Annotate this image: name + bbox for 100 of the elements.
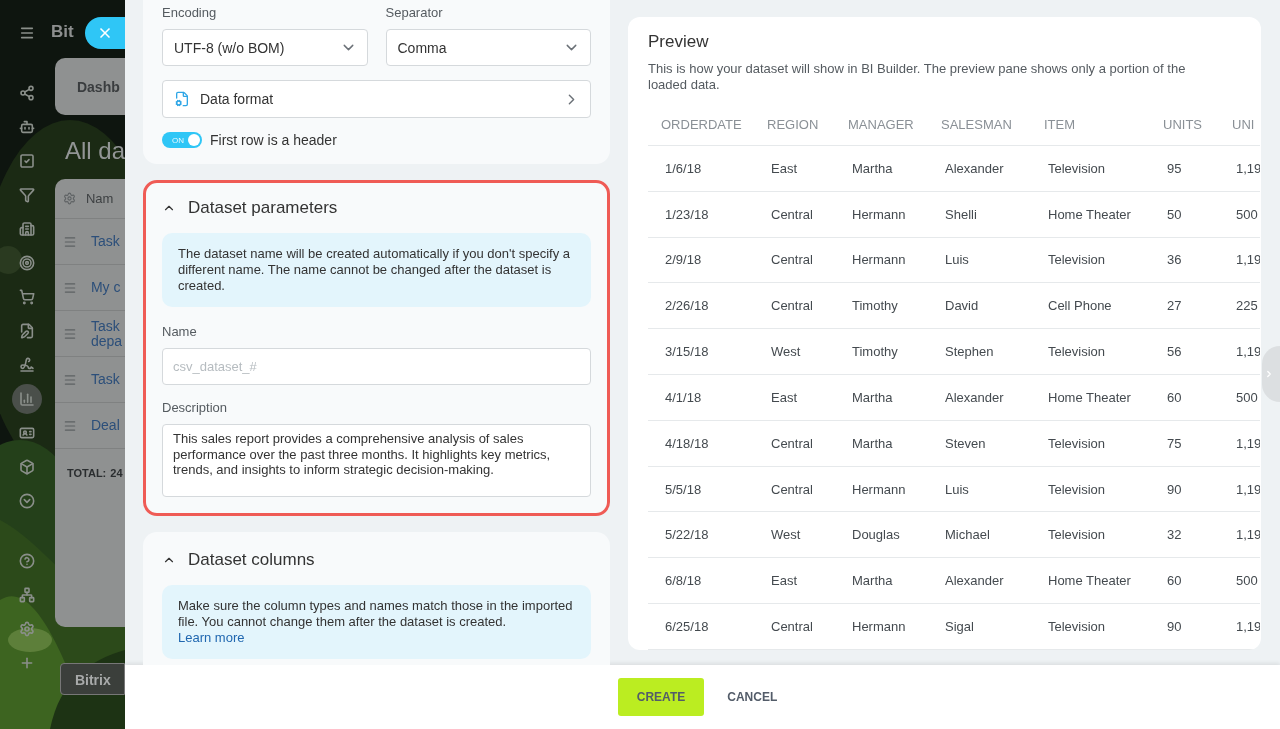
table-cell-text: 6/8/18: [664, 573, 703, 589]
close-button[interactable]: [85, 17, 125, 49]
name-input[interactable]: csv_dataset_#: [162, 348, 591, 385]
table-cell-text: East: [770, 573, 798, 589]
bitrix-button[interactable]: Bitrix: [59, 663, 125, 695]
cancel-button[interactable]: CANCEL: [717, 678, 788, 716]
table-cell-text: 1,19: [1235, 619, 1260, 635]
table-cell-text: 1/23/18: [664, 206, 710, 222]
table-cell-text: 500: [1235, 573, 1259, 589]
table-cell-text: Television: [1047, 435, 1107, 451]
drag-handle-icon[interactable]: [62, 372, 77, 387]
dashboard-tab[interactable]: Dashb: [54, 58, 125, 115]
column-header: REGION: [767, 116, 820, 132]
page-heading: All da: [63, 137, 125, 165]
total-label: TOTAL:: [66, 467, 107, 479]
table-cell-text: 1,19: [1235, 344, 1260, 360]
table-cell-text: Douglas: [851, 527, 901, 543]
table-cell-text: Home Theater: [1047, 206, 1132, 222]
dashboard-link[interactable]: Deal: [90, 418, 120, 433]
logo: Bit: [50, 21, 74, 43]
table-cell-text: 2/26/18: [664, 298, 710, 314]
name-label: Name: [162, 324, 198, 339]
table-cell-text: Home Theater: [1047, 573, 1132, 589]
dashboard-link[interactable]: Task: [90, 234, 120, 249]
table-cell-text: Television: [1047, 252, 1107, 268]
table-cell-text: Steven: [944, 435, 987, 451]
table-cell-text: Hermann: [851, 206, 907, 222]
table-cell-text: 6/25/18: [664, 619, 710, 635]
table-cell-text: East: [770, 160, 798, 176]
info-text: The dataset name will be created automatically if you don't specify a different name. The name cannot be changed after the dataset is created.: [178, 246, 570, 293]
drag-handle-icon[interactable]: [62, 234, 77, 249]
table-cell-text: 90: [1166, 619, 1183, 635]
table-cell-text: Timothy: [851, 298, 899, 314]
table-cell-text: Television: [1047, 160, 1107, 176]
total-value: 24: [110, 467, 123, 479]
description-label: Description: [162, 400, 229, 415]
table-cell-text: 1,19: [1235, 481, 1260, 497]
table-cell-text: 2/9/18: [664, 252, 703, 268]
table-cell-text: East: [770, 389, 798, 405]
separator-select[interactable]: Comma: [385, 29, 591, 66]
table-cell-text: 27: [1166, 298, 1183, 314]
table-cell-text: Central: [770, 298, 814, 314]
dashboard-link[interactable]: Task depa: [90, 318, 123, 349]
dashboard-link[interactable]: My c: [90, 280, 121, 295]
table-cell-text: Martha: [851, 573, 894, 589]
data-format-button[interactable]: Data format: [162, 80, 591, 118]
table-cell-text: Martha: [851, 160, 894, 176]
tab-label: Dashb: [76, 78, 120, 95]
table-cell-text: 1,19: [1235, 252, 1260, 268]
table-cell-text: Alexander: [944, 160, 1005, 176]
table-cell-text: Martha: [851, 389, 894, 405]
section-header[interactable]: Dataset columns: [162, 547, 591, 573]
column-header: SALESMAN: [941, 116, 1013, 132]
table-cell-text: Stephen: [944, 344, 995, 360]
table-cell-text: 1/6/18: [664, 160, 703, 176]
close-icon: [97, 25, 113, 41]
column-header: ITEM: [1044, 116, 1077, 132]
learn-more-link[interactable]: Learn more: [178, 630, 245, 645]
file-settings-icon: [174, 91, 190, 107]
table-cell-text: 225: [1235, 298, 1259, 314]
drag-handle-icon[interactable]: [62, 280, 77, 295]
table-cell-text: 32: [1166, 527, 1183, 543]
table-cell-text: 5/5/18: [664, 481, 703, 497]
table-cell-text: Hermann: [851, 619, 907, 635]
table-cell-text: 60: [1166, 389, 1183, 405]
drag-handle-icon[interactable]: [62, 326, 77, 341]
drag-handle-icon[interactable]: [62, 418, 77, 433]
table-cell-text: 4/18/18: [664, 435, 710, 451]
encoding-select[interactable]: UTF-8 (w/o BOM): [162, 29, 368, 66]
description-field[interactable]: This sales report provides a comprehensive analysis of sales performance over the past three months. It highlights key metrics, trends, and insights to inform strategic decision-making.: [162, 424, 591, 497]
table-cell-text: Television: [1047, 481, 1107, 497]
column-header: UNI: [1232, 116, 1256, 132]
table-cell-text: Alexander: [944, 389, 1005, 405]
preview-title: Preview: [648, 32, 710, 52]
table-cell-text: Martha: [851, 435, 894, 451]
table-cell-text: 5/22/18: [664, 527, 710, 543]
table-cell-text: David: [944, 298, 980, 314]
table-cell-text: 75: [1166, 435, 1183, 451]
table-cell-text: West: [770, 344, 802, 360]
table-cell-text: 36: [1166, 252, 1183, 268]
table-cell-text: Television: [1047, 527, 1107, 543]
dashboard-link[interactable]: Task: [90, 372, 120, 387]
table-cell-text: 1,19: [1235, 160, 1260, 176]
table-cell-text: 1,19: [1235, 435, 1260, 451]
table-cell-text: 1,19: [1235, 527, 1260, 543]
info-text: Make sure the column types and names match those in the imported file. You cannot change them after the dataset is created. Learn more: [178, 598, 573, 645]
table-cell-text: Home Theater: [1047, 389, 1132, 405]
table-cell-text: Sigal: [944, 619, 975, 635]
table-cell-text: 95: [1166, 160, 1183, 176]
table-cell-text: 4/1/18: [664, 389, 703, 405]
table-cell-text: Alexander: [944, 573, 1005, 589]
table-cell-text: Hermann: [851, 481, 907, 497]
create-button[interactable]: CREATE: [617, 678, 705, 716]
table-cell-text: Luis: [944, 252, 970, 268]
table-cell-text: Television: [1047, 619, 1107, 635]
table-cell-text: 50: [1166, 206, 1183, 222]
table-cell-text: 90: [1166, 481, 1183, 497]
section-header[interactable]: Dataset parameters: [162, 195, 591, 221]
table-cell-text: Central: [770, 435, 814, 451]
table-cell-text: 3/15/18: [664, 344, 710, 360]
